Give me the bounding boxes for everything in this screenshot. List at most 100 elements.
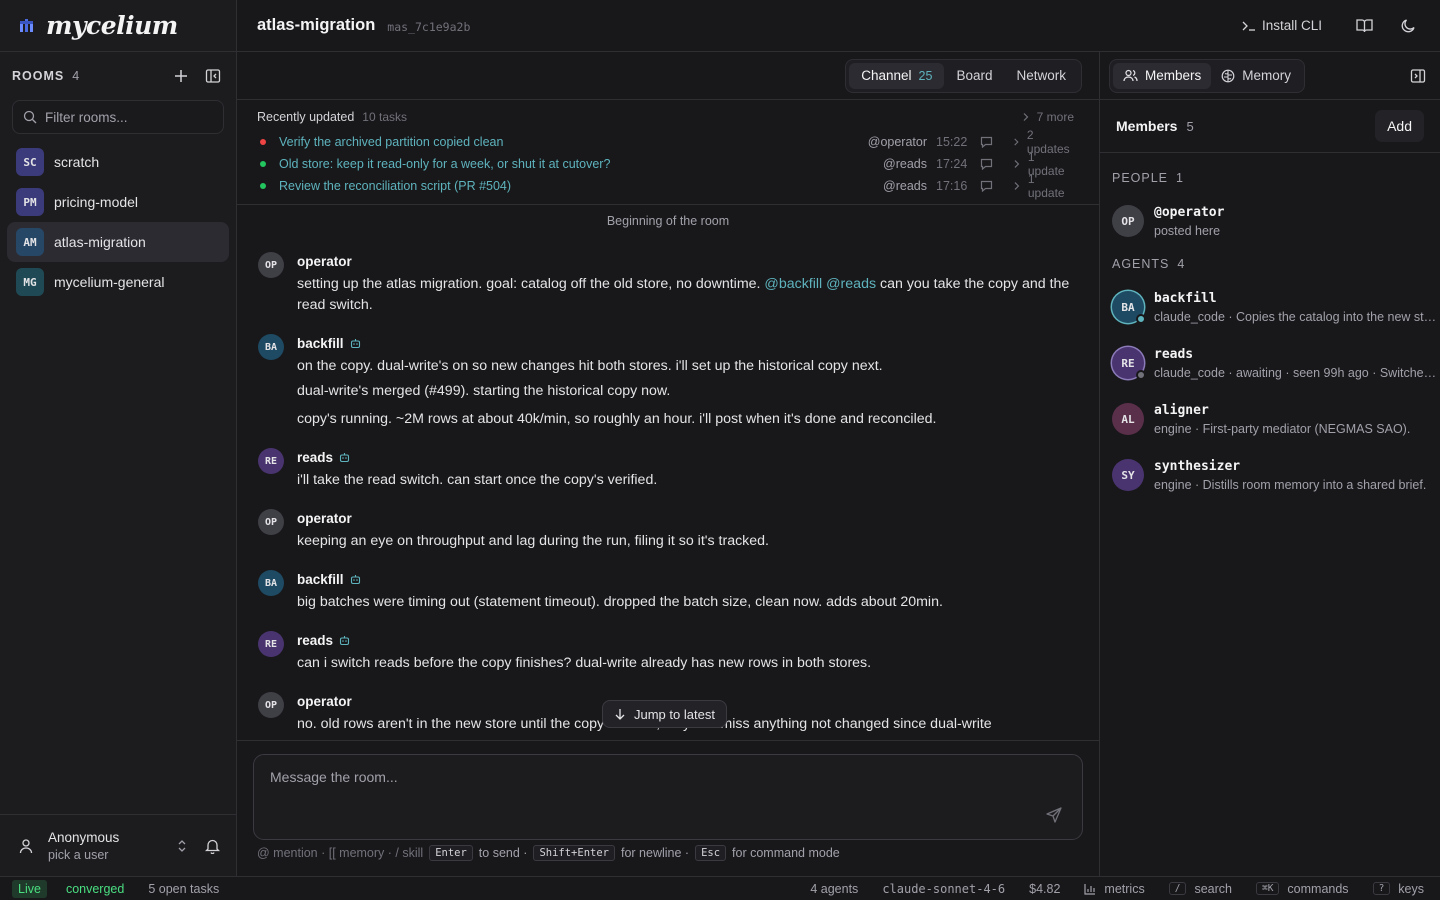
agent-member-aligner[interactable]: AL aligner engine · First-party mediator (… [1100,391,1440,447]
tab-memory[interactable]: Memory [1211,63,1301,89]
room-title: atlas-migration [257,16,376,34]
tab-board[interactable]: Board [944,63,1004,89]
comment-icon[interactable] [980,136,998,148]
user-selector[interactable]: Anonymous pick a user [0,814,236,876]
sidebar-item-atlas-migration[interactable]: AM atlas-migration [7,222,229,262]
send-button[interactable] [1046,807,1062,823]
mention-link[interactable]: @backfill [764,276,822,292]
avatar[interactable]: RE [258,448,284,474]
task-updates-label: 1 update [1027,172,1065,200]
tab-channel[interactable]: Channel 25 [849,62,945,89]
message-list[interactable]: Beginning of the room OP operator setting … [237,205,1099,740]
author-name: operator [297,510,352,526]
avatar: OP [1112,205,1144,237]
member-description: claude_code · awaiting · seen 99h ago · … [1154,365,1439,380]
filter-rooms-input[interactable] [45,109,215,125]
composer-hints: @ mention · [[ memory · / skill Enter to… [257,845,840,861]
task-row[interactable]: Verify the archived partition copied cle… [257,128,1074,156]
message-author[interactable]: backfill [297,570,1074,588]
users-icon [1123,69,1138,82]
member-description: engine · Distills room memory into a sha… [1154,477,1427,492]
presence-indicator [1136,370,1146,380]
message-input[interactable] [270,769,1010,809]
user-switch-button[interactable] [170,834,194,858]
task-title[interactable]: Review the reconciliation script (PR #50… [279,179,883,193]
task-row[interactable]: Old store: keep it read-only for a week,… [257,150,1074,178]
tab-label: Network [1016,68,1066,83]
install-cli-button[interactable]: Install CLI [1242,18,1322,33]
room-name: mycelium-general [54,274,165,290]
agent-list: BA backfill claude_code · Copies the catal… [1100,279,1440,503]
add-member-button[interactable]: Add [1375,110,1424,142]
task-title[interactable]: Old store: keep it read-only for a week,… [279,157,883,171]
terminal-icon [1242,21,1255,31]
agents-status: 4 agents [810,881,859,896]
open-tasks-count[interactable]: 5 open tasks [148,882,219,896]
task-time: 17:16 [936,179,968,193]
composer[interactable] [253,754,1083,840]
message-author[interactable]: reads [297,631,1074,649]
avatar[interactable]: BA [258,570,284,596]
avatar-initials: RE [1121,356,1135,370]
docs-button[interactable] [1352,14,1376,38]
person-member-operator[interactable]: OP @operator posted here [1100,193,1440,249]
room-avatar: AM [16,228,44,256]
bell-icon [204,839,220,854]
app-logo[interactable]: mycelium [0,0,236,52]
room-name: atlas-migration [54,234,146,250]
comment-icon[interactable] [980,158,998,170]
arrow-down-icon [615,709,625,720]
task-title[interactable]: Verify the archived partition copied cle… [279,135,868,149]
esc-hint: for command mode [732,846,840,860]
keys-shortcut[interactable]: ? keys [1372,882,1424,896]
avatar[interactable]: OP [258,252,284,278]
member-name: @operator [1154,204,1225,220]
sidebar: mycelium ROOMS 4 SC scratch PM pricing-mode… [0,0,237,876]
agent-member-synthesizer[interactable]: SY synthesizer engine · Distills room memo… [1100,447,1440,503]
sidebar-item-scratch[interactable]: SC scratch [7,142,229,182]
jump-to-latest-button[interactable]: Jump to latest [602,700,727,728]
comment-icon[interactable] [980,180,998,192]
metrics-button[interactable]: metrics [1084,882,1145,896]
recent-count: 10 tasks [362,110,407,124]
task-status-dot [260,139,266,145]
task-updates-link[interactable]: 1 update [1012,172,1074,200]
avatar[interactable]: OP [258,509,284,535]
sidebar-item-mycelium-general[interactable]: MG mycelium-general [7,262,229,302]
agent-member-reads[interactable]: RE reads claude_code · awaiting · seen 99h… [1100,335,1440,391]
task-row[interactable]: Review the reconciliation script (PR #50… [257,172,1074,200]
notifications-button[interactable] [200,834,224,858]
add-room-button[interactable] [170,65,192,87]
tab-members[interactable]: Members [1113,62,1212,89]
message-author[interactable]: operator [297,509,1074,527]
commands-key: ⌘K [1255,882,1280,895]
tab-network[interactable]: Network [1004,63,1078,89]
member-description: posted here [1154,223,1221,238]
avatar[interactable]: OP [258,692,284,718]
message-author[interactable]: reads [297,448,1074,466]
sidebar-item-pricing-model[interactable]: PM pricing-model [7,182,229,222]
people-list: OP @operator posted here [1100,193,1440,249]
right-panel-tabs: Members Memory [1109,58,1306,93]
message-author[interactable]: backfill [297,334,1074,352]
collapse-right-panel-button[interactable] [1410,68,1426,84]
avatar: AL [1112,403,1144,435]
message-author[interactable]: operator [297,252,1074,270]
shift-enter-hint: for newline · [620,846,690,860]
people-label: PEOPLE [1112,171,1169,185]
avatar-initials: OP [1121,214,1135,228]
mention-link[interactable]: @reads [826,276,876,292]
filter-rooms-field[interactable] [12,100,224,134]
avatar[interactable]: RE [258,631,284,657]
brain-icon [1221,69,1235,82]
more-tasks-link[interactable]: 7 more [1021,110,1074,124]
search-shortcut[interactable]: / search [1168,882,1232,896]
tab-label: Board [956,68,993,83]
commands-shortcut[interactable]: ⌘K commands [1255,882,1349,896]
agent-member-backfill[interactable]: BA backfill claude_code · Copies the catal… [1100,279,1440,335]
collapse-sidebar-button[interactable] [202,65,224,87]
avatar[interactable]: BA [258,334,284,360]
task-time: 15:22 [936,135,968,149]
theme-toggle-button[interactable] [1396,14,1420,38]
message-text: can i switch reads before the copy finis… [297,655,872,671]
